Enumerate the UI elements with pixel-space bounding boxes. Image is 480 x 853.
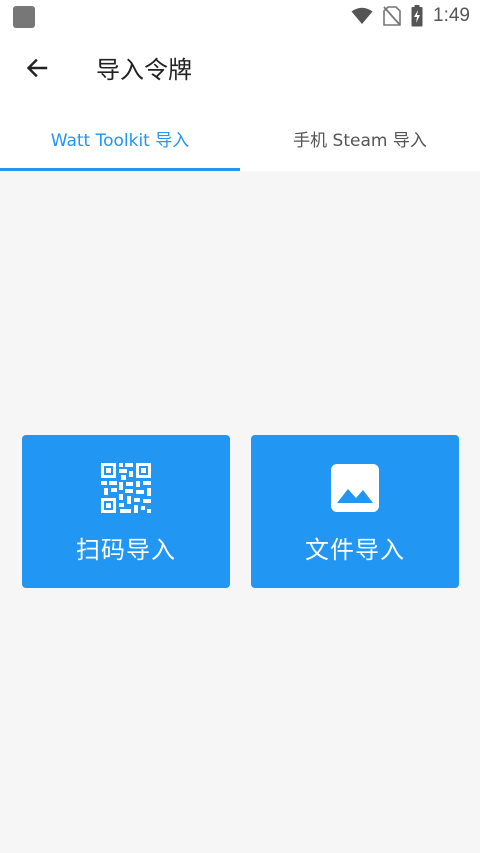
status-time: 1:49 xyxy=(433,5,470,26)
no-sim-icon xyxy=(383,6,401,26)
status-bar: 1:49 xyxy=(0,0,480,32)
tab-mobile-steam-import[interactable]: 手机 Steam 导入 xyxy=(240,108,480,171)
page-title: 导入令牌 xyxy=(96,56,192,84)
wifi-icon xyxy=(351,7,373,24)
tab-watt-toolkit-import[interactable]: Watt Toolkit 导入 xyxy=(0,108,240,171)
battery-charging-icon xyxy=(411,5,423,27)
app-notification-icon xyxy=(13,6,35,28)
file-import-label: 文件导入 xyxy=(305,536,405,564)
file-import-button[interactable]: 文件导入 xyxy=(251,435,459,588)
tab-label: Watt Toolkit 导入 xyxy=(50,131,190,151)
arrow-left-icon xyxy=(26,58,48,78)
qr-code-icon xyxy=(100,462,152,514)
back-button[interactable] xyxy=(13,44,61,92)
tab-bar: Watt Toolkit 导入 手机 Steam 导入 xyxy=(0,108,480,171)
status-icons: 1:49 xyxy=(351,4,470,28)
scan-import-button[interactable]: 扫码导入 xyxy=(22,435,230,588)
scan-import-label: 扫码导入 xyxy=(76,536,176,564)
image-icon xyxy=(329,462,381,514)
tab-label: 手机 Steam 导入 xyxy=(293,131,427,151)
app-bar: 导入令牌 xyxy=(0,32,480,108)
